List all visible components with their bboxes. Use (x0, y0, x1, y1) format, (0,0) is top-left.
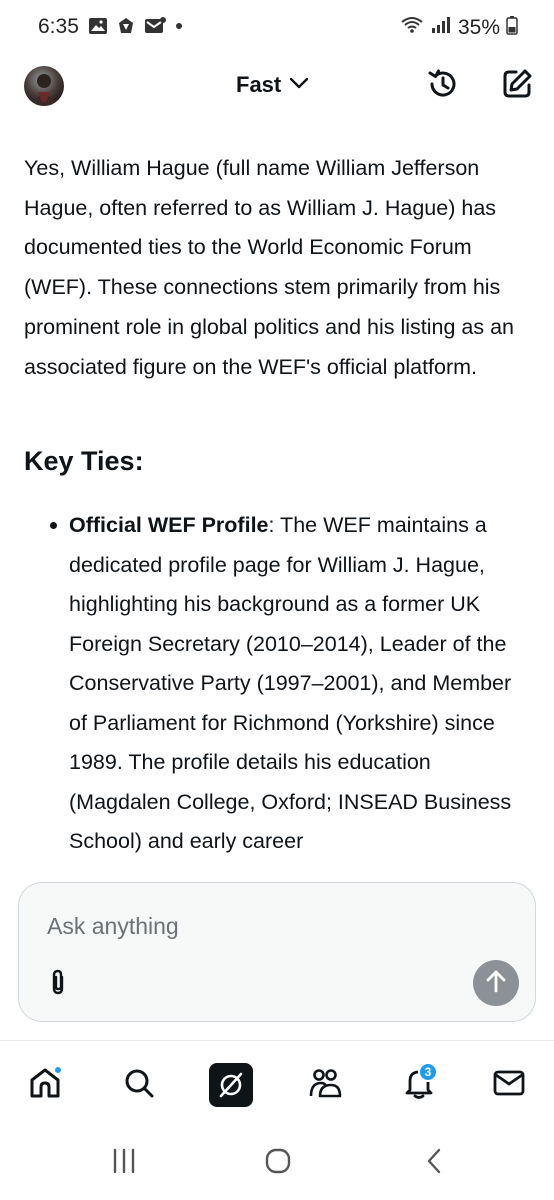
search-icon (123, 1067, 155, 1104)
list-item: Official WEF Profile: The WEF maintains … (24, 506, 534, 862)
status-bar: 6:35 35% (0, 0, 554, 54)
message-content: Yes, William Hague (full name William Je… (24, 149, 534, 862)
bullet-text: : The WEF maintains a dedicated profile … (69, 513, 512, 854)
bullet-list: Official WEF Profile: The WEF maintains … (24, 506, 534, 862)
nav-messages[interactable] (486, 1062, 532, 1108)
back-button[interactable] (414, 1148, 454, 1178)
nav-communities[interactable] (302, 1062, 348, 1108)
history-icon (426, 67, 460, 106)
notification-badge: 3 (418, 1062, 438, 1082)
composer-fade (0, 855, 554, 885)
wifi-icon (400, 15, 424, 40)
dot-icon (174, 16, 184, 36)
grok-icon (209, 1063, 253, 1107)
composer (18, 882, 536, 1022)
signal-icon (430, 15, 452, 40)
chevron-down-icon (289, 76, 309, 95)
home-circle-icon (264, 1147, 292, 1180)
avatar[interactable] (24, 66, 64, 106)
recent-apps-button[interactable] (104, 1148, 144, 1178)
attach-button[interactable] (45, 969, 71, 999)
nav-grok[interactable] (208, 1062, 254, 1108)
status-notification-icons (88, 16, 184, 36)
nav-home[interactable] (22, 1062, 68, 1108)
status-time: 6:35 (38, 15, 79, 38)
nav-notifications[interactable]: 3 (396, 1062, 442, 1108)
back-chevron-icon (424, 1147, 444, 1180)
intro-paragraph: Yes, William Hague (full name William Je… (24, 156, 514, 379)
battery-icon (506, 15, 518, 40)
communities-icon (307, 1066, 343, 1105)
status-right-group: 35% (400, 15, 518, 40)
send-button[interactable] (473, 960, 519, 1006)
recent-apps-icon (110, 1148, 138, 1179)
ask-input[interactable] (47, 913, 447, 940)
section-heading: Key Ties: (24, 446, 144, 477)
app-header: Fast (0, 58, 554, 118)
unread-dot (54, 1066, 62, 1074)
messages-icon (492, 1068, 526, 1103)
app-screen: 6:35 35% Fast Yes, William Hague (full n… (0, 0, 554, 1200)
compose-icon (500, 67, 534, 106)
nav-search[interactable] (116, 1062, 162, 1108)
new-chat-button[interactable] (498, 67, 536, 105)
history-button[interactable] (424, 67, 462, 105)
sync-icon (116, 16, 136, 36)
bottom-nav: 3 (0, 1054, 554, 1116)
nav-divider (0, 1040, 554, 1041)
model-label: Fast (236, 72, 282, 97)
battery-percent: 35% (457, 15, 500, 39)
model-selector[interactable]: Fast (236, 72, 309, 98)
system-nav-bar (0, 1140, 554, 1186)
home-system-button[interactable] (258, 1148, 298, 1178)
bullet-title: Official WEF Profile (69, 513, 269, 538)
mail-icon (144, 16, 166, 36)
gallery-icon (88, 16, 108, 36)
send-arrow-icon (484, 968, 508, 999)
attach-icon (48, 968, 68, 1001)
